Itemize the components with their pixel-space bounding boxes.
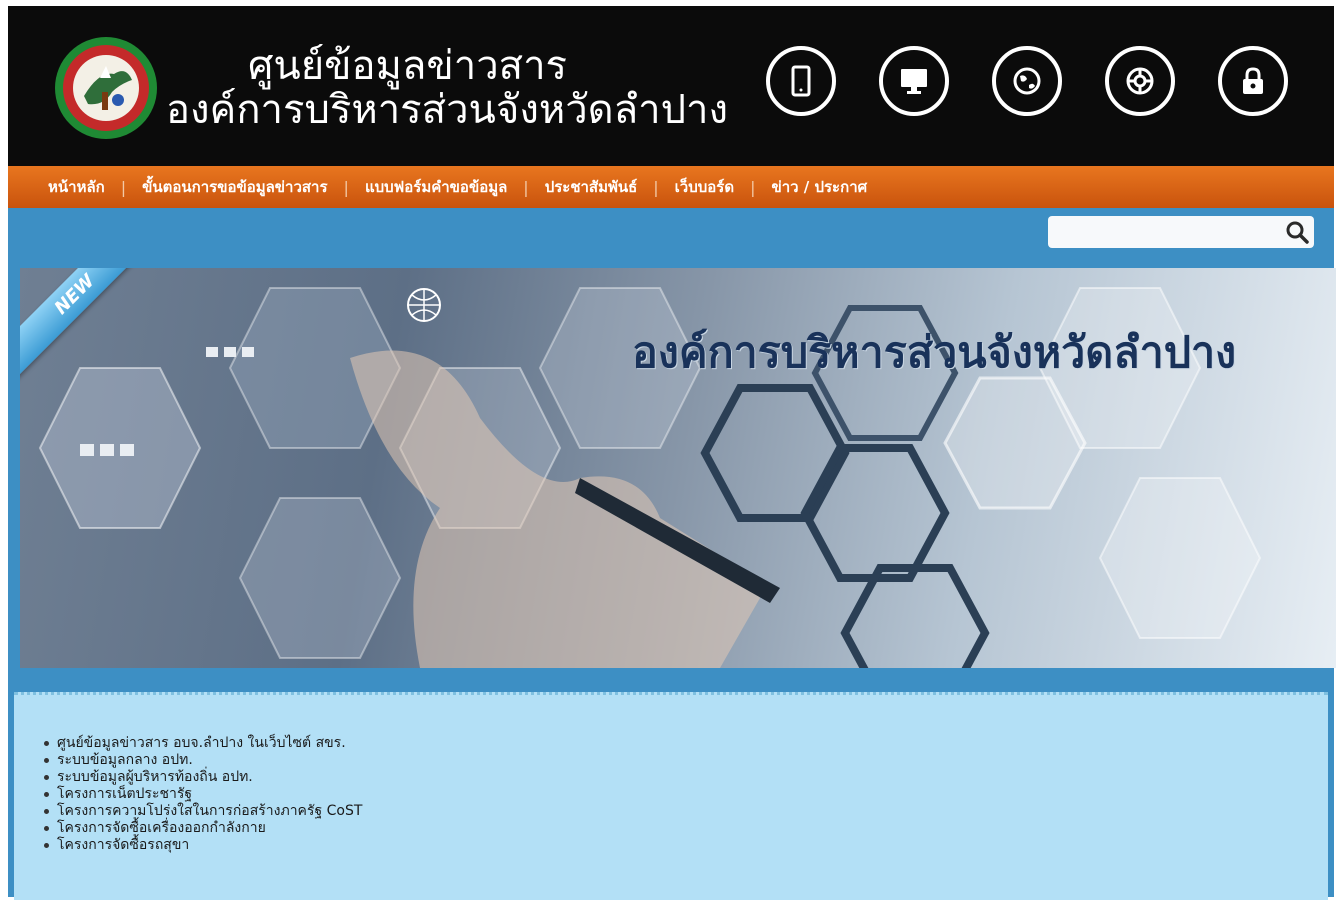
nav-separator: | [120,177,127,197]
bullet-icon [44,775,49,780]
link-list: ศูนย์ข้อมูลข่าวสาร อบจ.ลำปาง ในเว็บไซต์ … [44,735,362,854]
bullet-icon [44,826,49,831]
list-item[interactable]: โครงการความโปร่งใสในการก่อสร้างภาครัฐ Co… [44,803,362,820]
main-navbar: หน้าหลัก | ขั้นตอนการขอข้อมูลข่าวสาร | แ… [8,166,1334,208]
nav-separator: | [653,177,659,197]
nav-news[interactable]: ข่าว / ประกาศ [771,175,867,199]
globe-icon [1013,67,1041,95]
site-title: ศูนย์ข้อมูลข่าวสาร องค์การบริหารส่วนจังห… [166,44,806,132]
magnifier-icon[interactable] [1284,219,1310,245]
tablet-button[interactable] [766,46,836,116]
list-item[interactable]: โครงการจัดซื้อรถสุขา [44,837,362,854]
list-item[interactable]: ระบบข้อมูลกลาง อปท. [44,752,362,769]
monitor-icon [901,69,927,94]
bullet-icon [44,809,49,814]
list-item[interactable]: โครงการเน็ตประชารัฐ [44,786,362,803]
list-item[interactable]: ศูนย์ข้อมูลข่าวสาร อบจ.ลำปาง ในเว็บไซต์ … [44,735,362,752]
nav-public-relations[interactable]: ประชาสัมพันธ์ [545,175,638,199]
site-header: ศูนย์ข้อมูลข่าวสาร องค์การบริหารส่วนจังห… [8,6,1334,166]
nav-request-form[interactable]: แบบฟอร์มคำขอข้อมูล [365,175,507,199]
lifebuoy-icon [1126,67,1154,95]
site-title-line1: ศูนย์ข้อมูลข่าวสาร [248,43,568,89]
list-item[interactable]: ระบบข้อมูลผู้บริหารท้องถิ่น อปท. [44,769,362,786]
provincial-seal-logo[interactable] [54,36,158,140]
lock-button[interactable] [1218,46,1288,116]
lock-icon [1243,67,1263,94]
bullet-icon [44,741,49,746]
bullet-icon [44,843,49,848]
lifebuoy-button[interactable] [1105,46,1175,116]
main-content: องค์การบริหารส่วนจังหวัดลำปาง NEW ศูนย์ข… [8,208,1336,900]
nav-request-procedure[interactable]: ขั้นตอนการขอข้อมูลข่าวสาร [142,175,327,199]
search-input[interactable] [1048,216,1278,248]
links-panel: ศูนย์ข้อมูลข่าวสาร อบจ.ลำปาง ในเว็บไซต์ … [14,692,1328,900]
banner-title: องค์การบริหารส่วนจังหวัดลำปาง [632,328,1237,378]
globe-button[interactable] [992,46,1062,116]
tablet-icon [791,65,811,97]
bullet-icon [44,792,49,797]
nav-separator: | [750,177,756,197]
nav-home[interactable]: หน้าหลัก [48,175,105,199]
search-box [1048,216,1314,248]
nav-separator: | [343,177,349,197]
hero-banner: องค์การบริหารส่วนจังหวัดลำปาง NEW [20,268,1336,668]
list-item[interactable]: โครงการจัดซื้อเครื่องออกกำลังกาย [44,820,362,837]
site-title-line2: องค์การบริหารส่วนจังหวัดลำปาง [166,87,729,133]
bullet-icon [44,758,49,763]
nav-webboard[interactable]: เว็บบอร์ด [675,175,734,199]
nav-separator: | [523,177,529,197]
monitor-button[interactable] [879,46,949,116]
